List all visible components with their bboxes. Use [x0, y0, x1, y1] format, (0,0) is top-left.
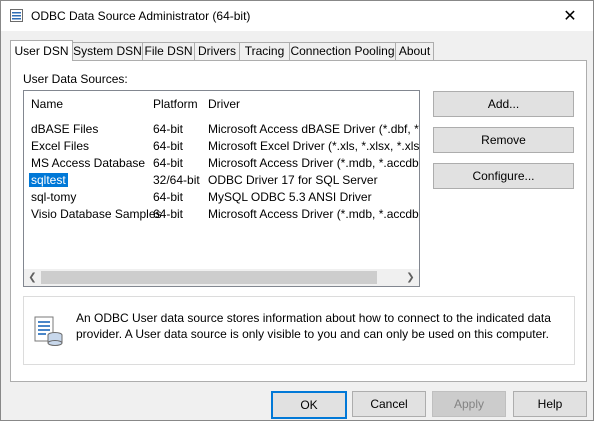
ok-button[interactable]: OK — [271, 391, 347, 419]
tab-file-dsn[interactable]: File DSN — [142, 42, 195, 60]
table-row[interactable]: Excel Files 64-bit Microsoft Excel Drive… — [24, 137, 419, 154]
info-box: An ODBC User data source stores informat… — [23, 296, 575, 365]
configure-button[interactable]: Configure... — [433, 163, 574, 189]
list-header: Name Platform Driver — [24, 91, 419, 115]
user-data-sources-label: User Data Sources: — [23, 72, 128, 86]
add-button[interactable]: Add... — [433, 91, 574, 117]
table-row[interactable]: MS Access Database 64-bit Microsoft Acce… — [24, 154, 419, 171]
title-bar: ODBC Data Source Administrator (64-bit) … — [1, 1, 593, 31]
row-name: dBASE Files — [31, 122, 99, 136]
row-driver: Microsoft Access Driver (*.mdb, *.accdb) — [208, 207, 420, 221]
tab-user-dsn[interactable]: User DSN — [10, 40, 73, 61]
horizontal-scrollbar[interactable]: ❮ ❯ — [24, 269, 419, 286]
window-title: ODBC Data Source Administrator (64-bit) — [31, 9, 251, 23]
row-name: MS Access Database — [31, 156, 146, 170]
help-button[interactable]: Help — [513, 391, 587, 417]
row-driver: Microsoft Excel Driver (*.xls, *.xlsx, *… — [208, 139, 420, 153]
row-platform: 64-bit — [153, 156, 184, 170]
tab-connection-pooling[interactable]: Connection Pooling — [289, 42, 396, 60]
row-name: Excel Files — [31, 139, 90, 153]
apply-button[interactable]: Apply — [432, 391, 506, 417]
odbc-app-icon — [10, 9, 23, 22]
data-source-list[interactable]: Name Platform Driver dBASE Files 64-bit … — [23, 90, 420, 287]
data-source-info-icon — [34, 316, 63, 346]
row-name: Visio Database Samples — [31, 207, 162, 221]
row-driver: MySQL ODBC 5.3 ANSI Driver — [208, 190, 372, 204]
scrollbar-thumb[interactable] — [41, 271, 377, 284]
table-row-selected[interactable]: sqltest 32/64-bit ODBC Driver 17 for SQL… — [24, 171, 419, 188]
info-description: An ODBC User data source stores informat… — [76, 311, 551, 341]
column-header-name[interactable]: Name — [31, 97, 63, 111]
row-platform: 32/64-bit — [153, 173, 200, 187]
row-driver: Microsoft Access dBASE Driver (*.dbf, *.… — [208, 122, 419, 136]
table-row[interactable]: dBASE Files 64-bit Microsoft Access dBAS… — [24, 120, 419, 137]
tab-drivers[interactable]: Drivers — [194, 42, 240, 60]
user-dsn-panel: User Data Sources: Name Platform Driver … — [10, 60, 587, 382]
close-icon[interactable]: ✕ — [547, 1, 593, 31]
tab-tracing[interactable]: Tracing — [239, 42, 290, 60]
row-name: sqltest — [29, 173, 68, 187]
row-platform: 64-bit — [153, 190, 184, 204]
cancel-button[interactable]: Cancel — [352, 391, 426, 417]
row-platform: 64-bit — [153, 207, 184, 221]
row-platform: 64-bit — [153, 122, 184, 136]
table-row[interactable]: sql-tomy 64-bit MySQL ODBC 5.3 ANSI Driv… — [24, 188, 419, 205]
remove-button[interactable]: Remove — [433, 127, 574, 153]
scroll-left-icon[interactable]: ❮ — [24, 269, 41, 286]
column-header-driver[interactable]: Driver — [208, 97, 240, 111]
tab-system-dsn[interactable]: System DSN — [72, 42, 143, 60]
row-name: sql-tomy — [31, 190, 77, 204]
scroll-right-icon[interactable]: ❯ — [402, 269, 419, 286]
column-header-platform[interactable]: Platform — [153, 97, 198, 111]
row-driver: ODBC Driver 17 for SQL Server — [208, 173, 378, 187]
row-platform: 64-bit — [153, 139, 184, 153]
table-row[interactable]: Visio Database Samples 64-bit Microsoft … — [24, 205, 419, 222]
row-driver: Microsoft Access Driver (*.mdb, *.accdb) — [208, 156, 420, 170]
tab-about[interactable]: About — [395, 42, 434, 60]
odbc-window: ODBC Data Source Administrator (64-bit) … — [0, 0, 594, 421]
